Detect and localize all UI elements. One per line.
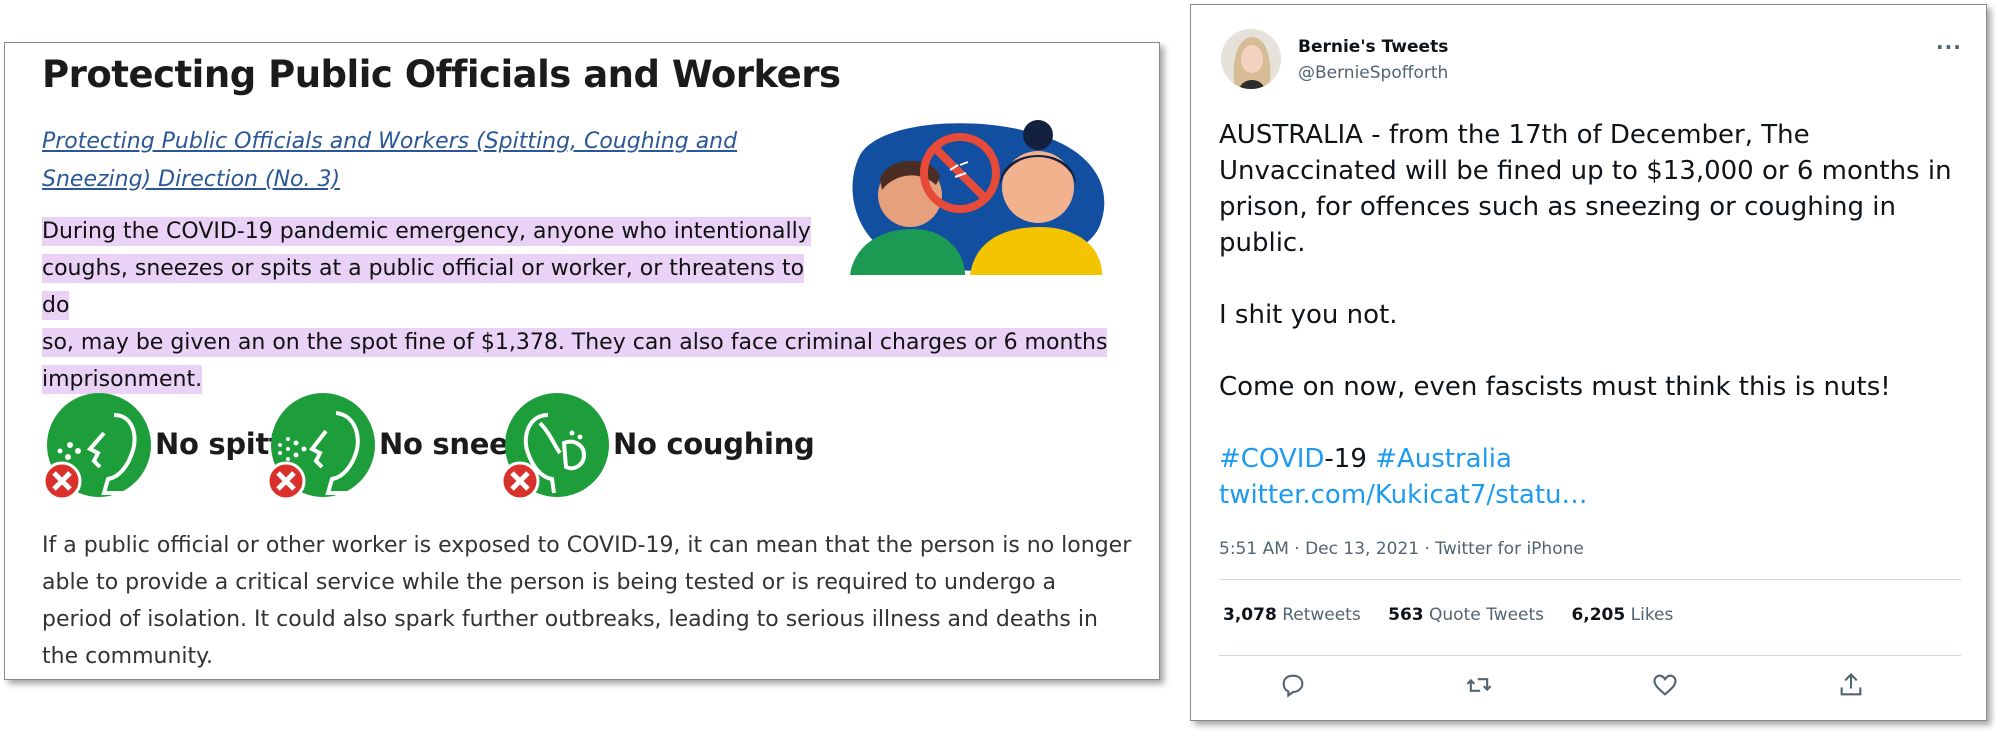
no-spitting-icon [42,393,151,501]
likes-stat[interactable]: 6,205 Likes [1571,605,1673,625]
quoted-tweet-link[interactable]: twitter.com/Kukicat7/statu… [1219,480,1588,510]
tweet-stats: 3,078 Retweets 563 Quote Tweets 6,205 Li… [1223,605,1695,625]
tweet-tags-line: #COVID-19 #Australia twitter.com/Kukicat… [1219,441,1969,513]
no-sneezing-icon [266,393,375,501]
tweet-paragraph-1: AUSTRALIA - from the 17th of December, T… [1219,120,1952,258]
quote-tweets-stat[interactable]: 563 Quote Tweets [1388,605,1544,625]
reply-icon[interactable] [1279,671,1307,699]
hashtag-suffix: -19 [1324,444,1367,474]
fine-notice: During the COVID-19 pandemic emergency, … [42,213,1112,398]
tweet-paragraph-2: I shit you not. [1219,300,1398,330]
retweets-stat[interactable]: 3,078 Retweets [1223,605,1361,625]
share-icon[interactable] [1837,671,1865,699]
hashtag-australia[interactable]: #Australia [1375,444,1512,474]
avatar[interactable] [1221,29,1281,89]
tweet-actions [1219,669,1961,705]
more-dots-icon[interactable]: ··· [1936,35,1962,59]
divider [1219,579,1961,580]
page-title: Protecting Public Officials and Workers [42,53,841,96]
rule-label: No coughing [613,427,815,461]
like-icon[interactable] [1651,671,1679,699]
fine-notice-line1: During the COVID-19 pandemic emergency, … [42,217,811,320]
body-paragraph: If a public official or other worker is … [42,533,1132,669]
no-coughing-icon [500,393,609,501]
tweet-body: AUSTRALIA - from the 17th of December, T… [1219,117,1969,513]
fine-notice-line2: so, may be given an on the spot fine of … [42,328,1108,394]
government-page-clip: Protecting Public Officials and Workers … [4,42,1160,680]
divider [1219,655,1961,656]
hashtag-covid[interactable]: #COVID [1219,444,1324,474]
display-name[interactable]: Bernie's Tweets [1298,37,1448,57]
retweet-icon[interactable] [1465,671,1493,699]
direction-link[interactable]: Protecting Public Officials and Workers … [42,123,822,199]
user-handle[interactable]: @BernieSpofforth [1298,63,1448,83]
tweet-card: Bernie's Tweets @BernieSpofforth ··· AUS… [1190,4,1987,721]
tweet-timestamp[interactable]: 5:51 AM · Dec 13, 2021 · Twitter for iPh… [1219,539,1584,559]
avatar-image [1221,29,1281,89]
tweet-paragraph-3: Come on now, even fascists must think th… [1219,372,1891,402]
prohibitions-row: No spitting No sneezing No coughing [42,393,942,503]
